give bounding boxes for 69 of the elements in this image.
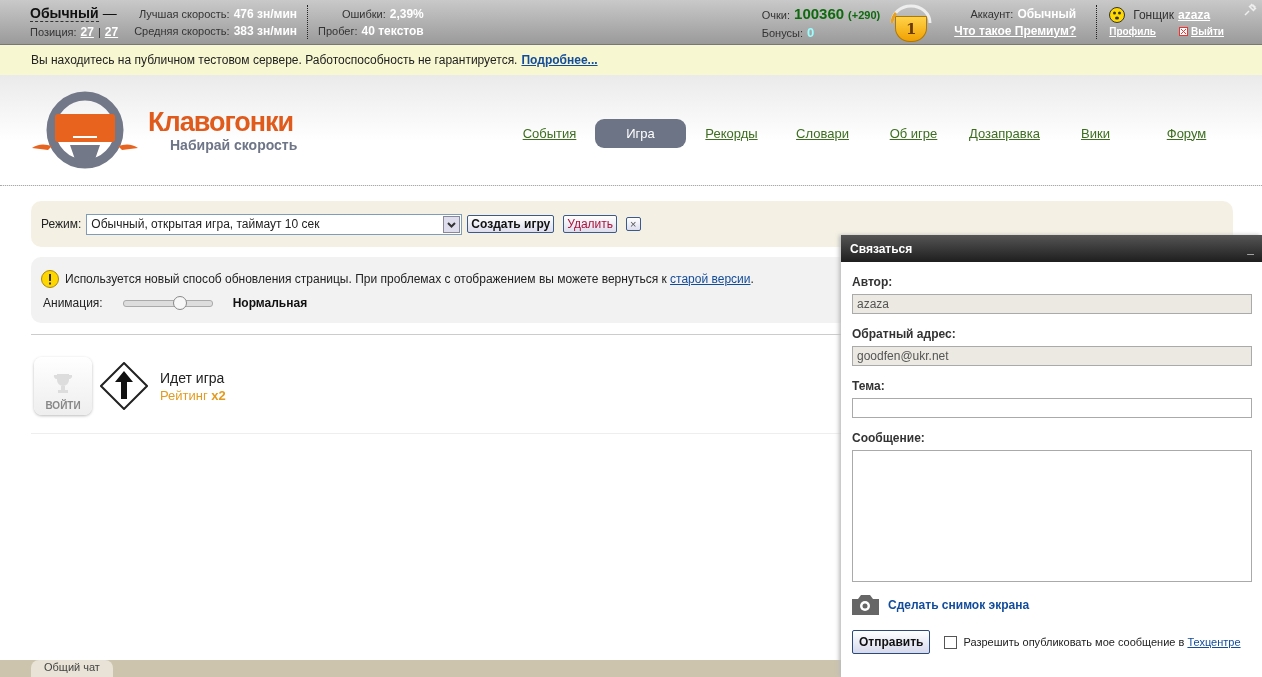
nav-tab[interactable]: Рекорды (686, 118, 777, 148)
mileage-label: Пробег: (318, 24, 358, 37)
nav-tab[interactable]: Игра (595, 118, 686, 148)
input-field[interactable] (852, 398, 1252, 418)
game-status: Идет игра (160, 369, 226, 386)
publish-checkbox[interactable] (944, 635, 958, 649)
logo-tagline: Набирай скорость (170, 137, 298, 153)
info-text: Используется новый способ обновления страницы. При проблемах с отображением вы можете вернуться к старой версии. (65, 272, 754, 286)
up-arrow-sign-icon (100, 362, 148, 410)
pin-icon[interactable] (1244, 3, 1257, 16)
create-game-button[interactable]: Создать игру (467, 215, 555, 233)
techcenter-link[interactable]: Техцентре (1187, 636, 1241, 648)
notice-text: Вы находитесь на публичном тестовом сервере. Работоспособность не гарантируется. (31, 53, 518, 67)
animation-value: Нормальная (232, 296, 308, 310)
nav-tab[interactable]: Словари (777, 118, 868, 148)
close-button[interactable]: × (626, 217, 641, 231)
more-link[interactable]: Подробнее... (521, 53, 598, 67)
points-delta: (+290) (848, 8, 881, 21)
field-label: Обратный адрес: (852, 327, 957, 341)
chat-tab[interactable]: Общий чат (31, 660, 113, 677)
input-field[interactable]: azaza (852, 294, 1252, 314)
delete-button[interactable]: Удалить (563, 215, 618, 233)
input-field[interactable]: goodfen@ukr.net (852, 346, 1252, 366)
field-label: Сообщение: (852, 431, 926, 445)
bonuses-label: Бонусы: (761, 26, 803, 39)
nav-tab[interactable]: Дозаправка (959, 118, 1050, 148)
smiley-icon (1109, 7, 1126, 23)
trophy-icon (52, 372, 74, 396)
field-label: Автор: (852, 275, 894, 289)
mode-label: Режим: (41, 217, 82, 231)
minimize-button[interactable]: _ (1247, 241, 1254, 256)
camera-icon (852, 594, 879, 615)
mode-label: Обычный (30, 5, 99, 22)
nav-tab[interactable]: Вики (1050, 118, 1141, 148)
best-speed-value: 476 зн/мин (233, 6, 298, 21)
errors-label: Ошибки: (341, 7, 386, 20)
mode-select[interactable]: Обычный, открытая игра, таймаут 10 сек (86, 213, 463, 235)
nav-tab[interactable]: События (504, 118, 595, 148)
send-button[interactable]: Отправить (852, 630, 931, 654)
points-label: Очки: (761, 8, 791, 21)
publish-text: Разрешить опубликовать мое сообщение в Техцентре (963, 636, 1241, 648)
level-badge: 1 (895, 16, 928, 42)
message-field[interactable] (852, 450, 1252, 582)
position-label: Позиция: (30, 26, 77, 38)
best-speed-label: Лучшая скорость: (139, 7, 230, 20)
warning-icon (41, 270, 59, 288)
slider-thumb[interactable] (173, 295, 187, 310)
close-icon (1179, 27, 1189, 36)
account-label: Аккаунт: (970, 7, 1014, 20)
racer-label: Гонщик (1133, 8, 1175, 22)
account-value: Обычный (1017, 6, 1077, 21)
animation-label: Анимация: (43, 296, 103, 310)
nav-tab[interactable]: Об игре (868, 118, 959, 148)
field-label: Тема: (852, 379, 886, 393)
nav-tab[interactable]: Форум (1141, 118, 1232, 148)
bonuses-value: 0 (807, 24, 815, 40)
panel-title: Связаться (850, 241, 913, 256)
screenshot-link[interactable]: Сделать снимок экрана (888, 597, 1030, 612)
dropdown-icon (443, 215, 461, 233)
animation-slider[interactable] (122, 299, 213, 307)
mileage-value: 40 текстов (361, 23, 424, 38)
separator-text: | (97, 26, 101, 38)
avg-speed-label: Средняя скорость: (134, 24, 230, 37)
dash-text: — (102, 5, 117, 21)
rating-text: Рейтинг x2 (160, 387, 226, 403)
errors-value: 2,39% (389, 6, 424, 21)
logo-title: Клавогонки (148, 107, 295, 137)
points-value: 100360 (794, 4, 845, 22)
avg-speed-value: 383 зн/мин (233, 23, 298, 38)
